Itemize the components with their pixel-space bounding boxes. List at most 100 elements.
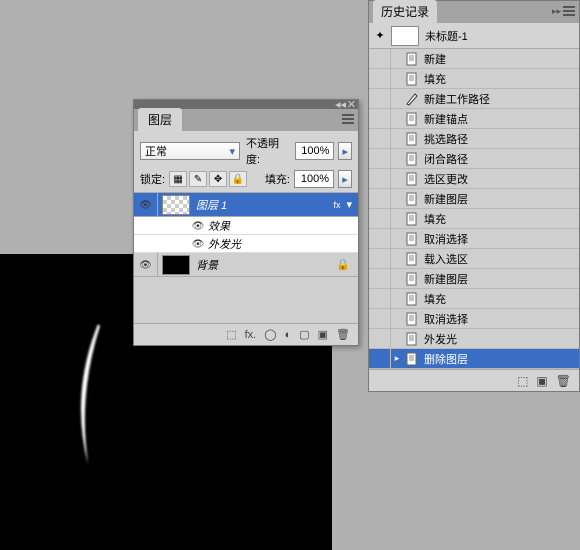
history-step-label: 删除图层 xyxy=(423,351,468,367)
chevron-down-icon[interactable]: ▾ xyxy=(346,198,352,211)
create-document-icon[interactable]: ⬚ xyxy=(517,374,528,388)
group-icon[interactable]: ▢ xyxy=(299,328,309,341)
blend-mode-select[interactable]: 正常 ▾ xyxy=(140,142,240,160)
minimize-icon[interactable]: ◂◂ xyxy=(336,101,345,108)
history-step[interactable]: ▸删除图层 xyxy=(369,349,579,369)
document-icon xyxy=(403,351,421,367)
history-step-label: 新建锚点 xyxy=(423,111,468,127)
layer-thumbnail[interactable] xyxy=(162,195,190,215)
new-snapshot-icon[interactable]: ▣ xyxy=(536,374,547,388)
snapshot-name: 未标题-1 xyxy=(425,28,468,44)
history-source-column[interactable] xyxy=(369,329,391,348)
lock-pixels-icon[interactable]: ✎ xyxy=(189,171,207,187)
history-step-label: 外发光 xyxy=(423,331,457,347)
fill-label: 填充: xyxy=(265,171,290,187)
opacity-flyout-icon[interactable]: ▸ xyxy=(338,142,352,160)
document-icon xyxy=(403,311,421,327)
history-step[interactable]: 填充 xyxy=(369,209,579,229)
history-step[interactable]: 新建锚点 xyxy=(369,109,579,129)
history-step[interactable]: 新建工作路径 xyxy=(369,89,579,109)
layer-effect-row[interactable]: 外发光 xyxy=(134,235,358,253)
history-step-label: 取消选择 xyxy=(423,231,468,247)
eye-icon[interactable] xyxy=(190,220,206,232)
history-step-label: 挑选路径 xyxy=(423,131,468,147)
lock-all-icon[interactable]: 🔒 xyxy=(229,171,247,187)
document-icon xyxy=(403,171,421,187)
history-source-column[interactable] xyxy=(369,209,391,228)
layer-row[interactable]: 图层 1 fx ▾ xyxy=(134,193,358,217)
history-source-column[interactable] xyxy=(369,249,391,268)
trash-icon[interactable]: 🗑 xyxy=(556,374,571,388)
history-step-label: 载入选区 xyxy=(423,251,468,267)
lock-transparency-icon[interactable]: ▦ xyxy=(169,171,187,187)
lock-label: 锁定: xyxy=(140,171,165,187)
history-step-label: 新建 xyxy=(423,51,446,67)
history-step-label: 新建图层 xyxy=(423,271,468,287)
history-tabs: 历史记录 ▸▸ xyxy=(369,1,579,23)
fill-input[interactable]: 100% xyxy=(294,170,334,188)
history-brush-icon[interactable]: ✦ xyxy=(369,29,391,42)
visibility-toggle[interactable] xyxy=(134,193,158,216)
history-source-column[interactable] xyxy=(369,189,391,208)
eye-icon[interactable] xyxy=(190,238,206,250)
mask-icon[interactable]: ◯ xyxy=(264,328,276,341)
collapse-icon[interactable]: ▸▸ xyxy=(552,6,561,18)
effect-label: 外发光 xyxy=(206,236,241,252)
history-source-column[interactable] xyxy=(369,69,391,88)
history-source-column[interactable] xyxy=(369,149,391,168)
history-step[interactable]: 取消选择 xyxy=(369,229,579,249)
layer-row[interactable]: 背景 🔒 xyxy=(134,253,358,277)
history-list: 新建填充新建工作路径新建锚点挑选路径闭合路径选区更改新建图层填充取消选择载入选区… xyxy=(369,49,579,369)
layer-effect-row[interactable]: 效果 xyxy=(134,217,358,235)
layer-name[interactable]: 背景 xyxy=(194,257,336,273)
fill-flyout-icon[interactable]: ▸ xyxy=(338,170,352,188)
history-source-column[interactable] xyxy=(369,309,391,328)
snapshot-row[interactable]: ✦ 未标题-1 xyxy=(369,23,579,49)
fx-badge[interactable]: fx xyxy=(333,200,340,210)
panel-tabs: 图层 xyxy=(134,109,358,131)
link-layers-icon[interactable]: ⬚ xyxy=(226,328,236,341)
layer-name[interactable]: 图层 1 xyxy=(194,197,333,213)
new-layer-icon[interactable]: ▣ xyxy=(318,328,328,341)
history-source-column[interactable] xyxy=(369,89,391,108)
history-step[interactable]: 新建图层 xyxy=(369,189,579,209)
layer-list-empty xyxy=(134,277,358,321)
history-step-label: 填充 xyxy=(423,211,446,227)
panel-menu-icon[interactable] xyxy=(342,114,354,127)
history-step[interactable]: 挑选路径 xyxy=(369,129,579,149)
history-source-column[interactable] xyxy=(369,289,391,308)
history-step[interactable]: 外发光 xyxy=(369,329,579,349)
snapshot-thumbnail[interactable] xyxy=(391,26,419,46)
adjustment-icon[interactable]: ◐ xyxy=(285,329,292,341)
visibility-toggle[interactable] xyxy=(134,253,158,276)
trash-icon[interactable]: 🗑 xyxy=(336,328,350,341)
history-step[interactable]: 闭合路径 xyxy=(369,149,579,169)
layer-thumbnail[interactable] xyxy=(162,255,190,275)
tab-history[interactable]: 历史记录 xyxy=(373,0,437,23)
history-source-column[interactable] xyxy=(369,349,391,368)
fx-icon[interactable]: fx. xyxy=(245,329,257,341)
history-step[interactable]: 新建图层 xyxy=(369,269,579,289)
history-step[interactable]: 填充 xyxy=(369,289,579,309)
history-step[interactable]: 填充 xyxy=(369,69,579,89)
light-streak xyxy=(70,324,110,464)
history-source-column[interactable] xyxy=(369,229,391,248)
history-source-column[interactable] xyxy=(369,49,391,68)
history-step[interactable]: 选区更改 xyxy=(369,169,579,189)
history-step[interactable]: 取消选择 xyxy=(369,309,579,329)
history-source-column[interactable] xyxy=(369,129,391,148)
chevron-down-icon: ▾ xyxy=(229,145,235,158)
lock-position-icon[interactable]: ✥ xyxy=(209,171,227,187)
opacity-input[interactable]: 100% xyxy=(295,142,334,160)
panel-menu-icon[interactable] xyxy=(563,6,575,18)
history-step[interactable]: 载入选区 xyxy=(369,249,579,269)
history-source-column[interactable] xyxy=(369,169,391,188)
lock-icon: 🔒 xyxy=(336,258,350,271)
history-source-column[interactable] xyxy=(369,269,391,288)
tab-layers[interactable]: 图层 xyxy=(138,108,182,131)
history-step[interactable]: 新建 xyxy=(369,49,579,69)
document-icon xyxy=(403,71,421,87)
eye-icon xyxy=(139,259,152,271)
close-icon[interactable]: ✕ xyxy=(347,101,356,108)
history-source-column[interactable] xyxy=(369,109,391,128)
